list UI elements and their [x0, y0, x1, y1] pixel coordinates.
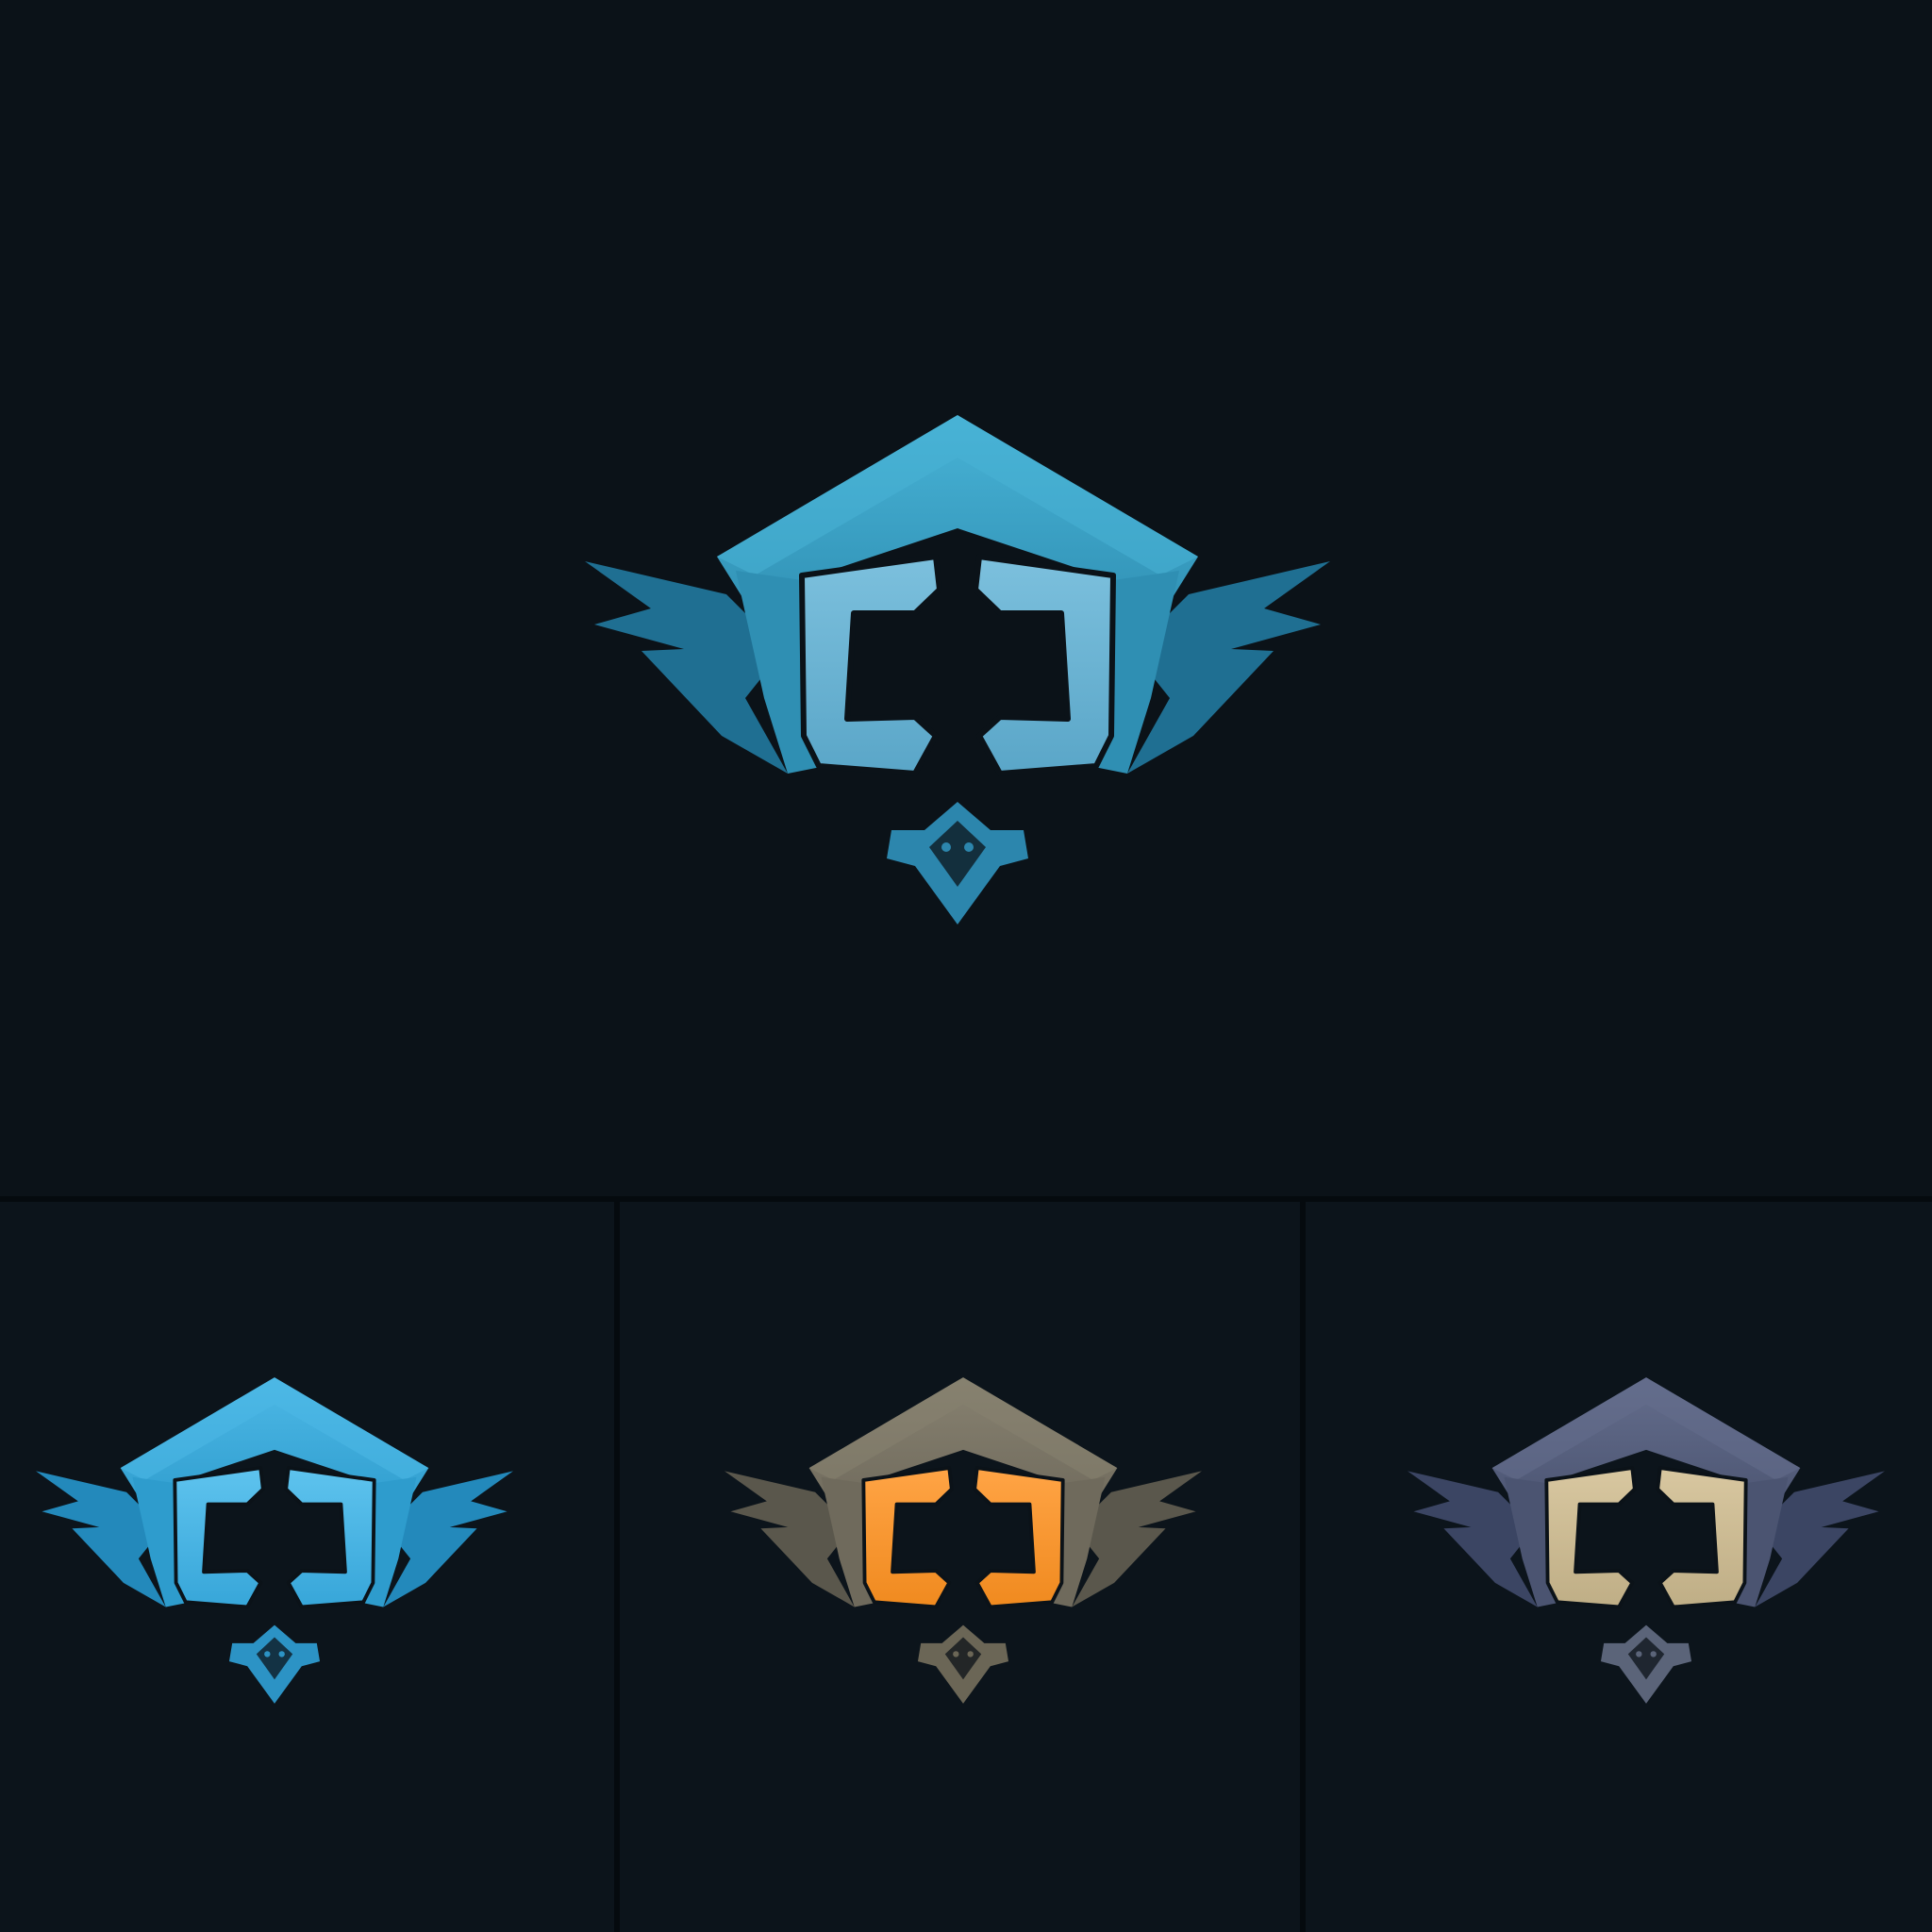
letter-c-shape	[1544, 1466, 1637, 1609]
blue-logo-emblem	[36, 1377, 513, 1704]
letter-j-shape	[1656, 1466, 1748, 1609]
letter-c-shape	[173, 1466, 265, 1609]
vertical-divider	[614, 1202, 620, 1932]
slate-logo-emblem	[1407, 1377, 1885, 1704]
letter-c-shape	[799, 554, 942, 776]
vertical-divider	[1300, 1202, 1306, 1932]
logo-presentation-board	[0, 0, 1932, 1932]
logo-emblem-svg	[585, 415, 1330, 924]
letter-c-shape	[861, 1466, 954, 1609]
logo-emblem-svg	[1407, 1377, 1885, 1704]
letter-j-shape	[284, 1466, 376, 1609]
logo-emblem-svg	[724, 1377, 1202, 1704]
hero-logo-emblem	[585, 415, 1330, 924]
orange-logo-emblem	[724, 1377, 1202, 1704]
horizontal-divider	[0, 1196, 1932, 1202]
letter-j-shape	[973, 1466, 1065, 1609]
letter-j-shape	[973, 554, 1116, 776]
logo-emblem-svg	[36, 1377, 513, 1704]
